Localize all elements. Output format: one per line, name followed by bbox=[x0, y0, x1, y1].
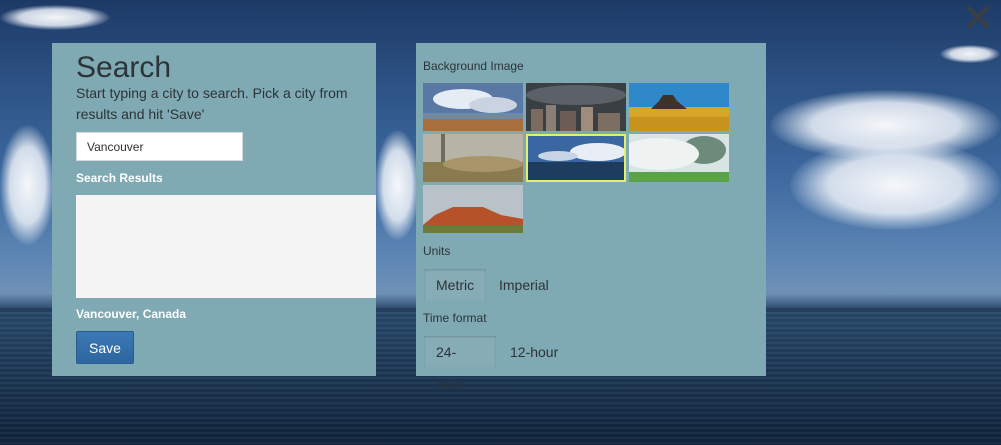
units-metric-option[interactable]: Metric bbox=[424, 269, 486, 301]
background-thumb-desert-butte[interactable] bbox=[629, 83, 729, 131]
save-button[interactable]: Save bbox=[76, 331, 134, 364]
background-cloud bbox=[790, 140, 1001, 230]
background-cloud bbox=[0, 5, 110, 30]
time-24-hour-option[interactable]: 24-hour bbox=[424, 336, 496, 392]
units-imperial-option[interactable]: Imperial bbox=[487, 269, 561, 301]
search-panel: Search Start typing a city to search. Pi… bbox=[52, 43, 376, 376]
search-description: Start typing a city to search. Pick a ci… bbox=[76, 85, 348, 122]
time-12-hour-option[interactable]: 12-hour bbox=[498, 336, 570, 368]
background-thumb-foggy-green[interactable] bbox=[629, 134, 729, 182]
time-format-label: Time format bbox=[423, 311, 487, 325]
background-cloud bbox=[940, 45, 1000, 63]
search-title: Search bbox=[76, 51, 172, 84]
background-thumb-city-storm[interactable] bbox=[526, 83, 626, 131]
background-thumb-cloudy-field[interactable] bbox=[423, 83, 523, 131]
units-label: Units bbox=[423, 244, 451, 258]
search-results-list[interactable] bbox=[76, 195, 376, 298]
search-results-label: Search Results bbox=[76, 171, 163, 185]
city-search-input[interactable] bbox=[76, 132, 243, 161]
background-image-label: Background Image bbox=[423, 59, 524, 73]
background-cloud bbox=[375, 130, 420, 240]
background-thumb-misty-meadow[interactable] bbox=[423, 134, 523, 182]
settings-panel: Background Image Units Metric Imperial T… bbox=[416, 43, 766, 392]
background-thumb-red-rocks[interactable] bbox=[423, 185, 523, 233]
close-icon[interactable] bbox=[965, 4, 991, 30]
selected-city: Vancouver, Canada bbox=[76, 307, 187, 321]
background-cloud bbox=[0, 125, 55, 245]
background-thumb-sea-clouds[interactable] bbox=[526, 134, 626, 182]
